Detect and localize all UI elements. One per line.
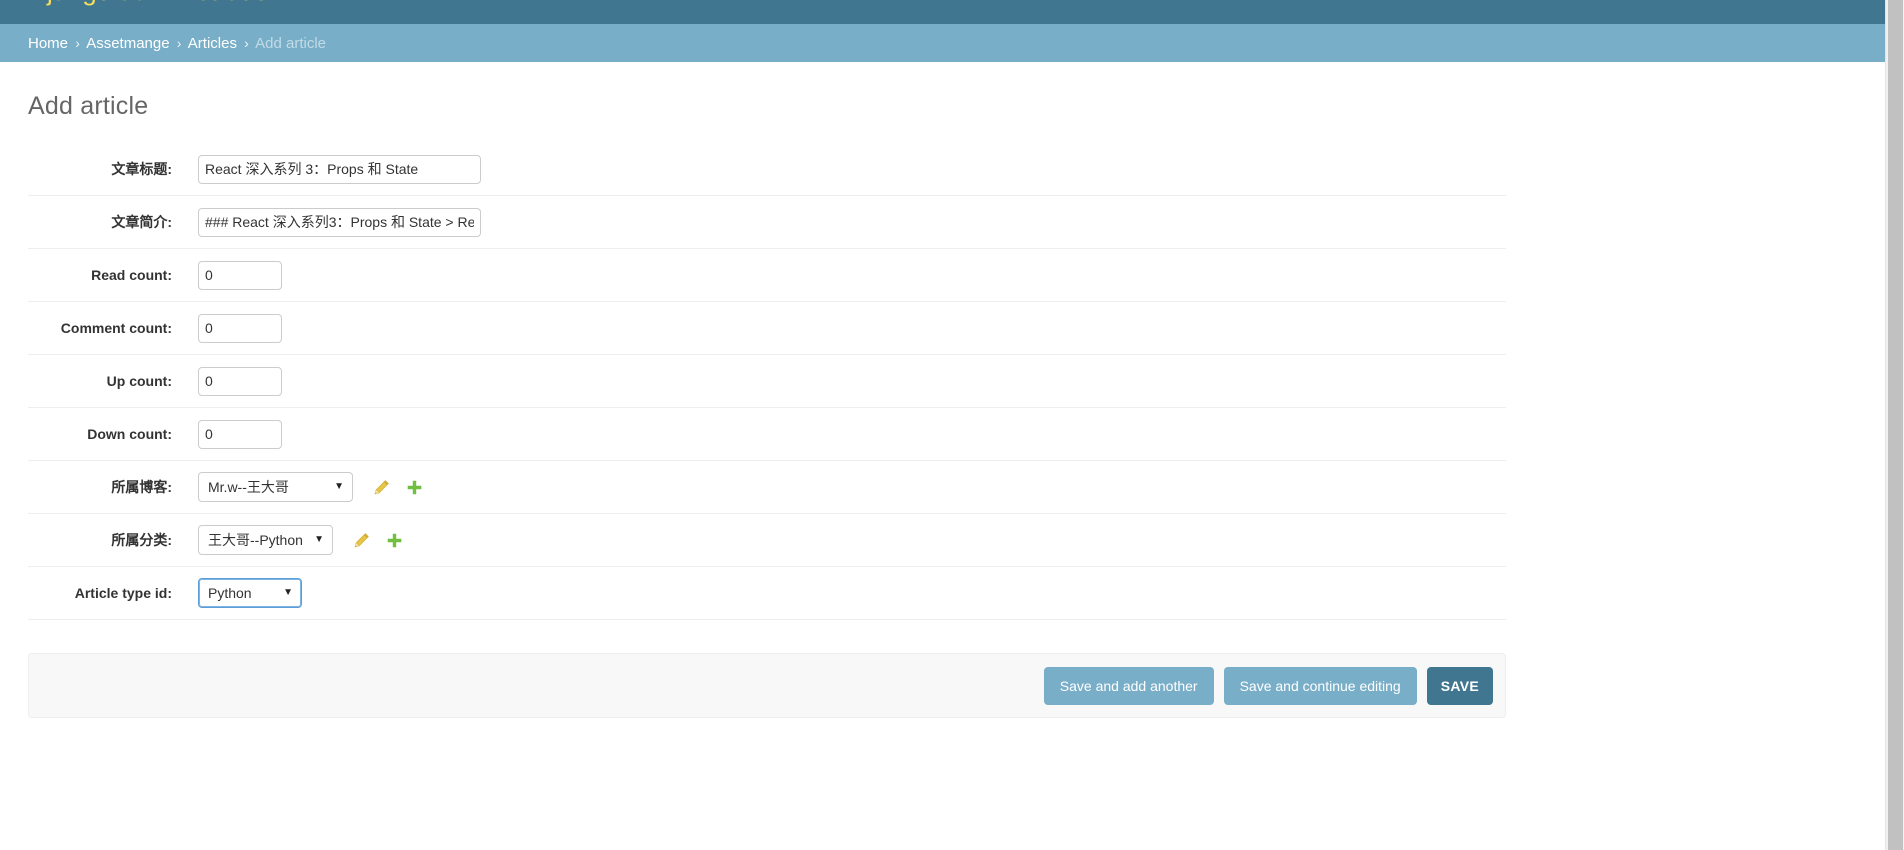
chevron-down-icon: ▼ — [283, 587, 293, 598]
django-admin-add-article-page: Django administration Home › Assetmange … — [0, 0, 1904, 850]
save-button[interactable]: SAVE — [1426, 666, 1493, 705]
form-row-down-count: Down count: — [28, 408, 1506, 461]
category-select[interactable]: 王大哥--Python ▼ — [198, 525, 333, 555]
label-up-count: Up count: — [106, 373, 172, 389]
label-article-type-id: Article type id: — [74, 585, 172, 601]
read-count-input[interactable] — [198, 260, 282, 290]
blog-select[interactable]: Mr.w--王大哥 ▼ — [198, 472, 353, 502]
comment-count-input[interactable] — [198, 313, 282, 343]
scrollbar-thumb[interactable] — [1888, 0, 1903, 850]
save-and-add-another-button[interactable]: Save and add another — [1043, 666, 1214, 705]
breadcrumb-item-current: Add article — [255, 35, 327, 52]
breadcrumb-item-assetmange[interactable]: Assetmange — [86, 35, 169, 52]
breadcrumb-separator: › — [244, 35, 249, 51]
label-category: 所属分类: — [111, 532, 172, 548]
plus-icon[interactable] — [384, 530, 404, 550]
main-content: Add article 文章标题: 文章简介: — [0, 62, 1885, 718]
article-summary-input[interactable] — [198, 207, 481, 237]
pencil-icon[interactable] — [371, 477, 391, 497]
field-category: 王大哥--Python ▼ — [198, 525, 404, 555]
field-down-count — [198, 419, 282, 449]
label-article-title: 文章标题: — [111, 161, 172, 177]
pencil-icon[interactable] — [351, 530, 371, 550]
field-article-title — [198, 154, 481, 184]
page-viewport: Django administration Home › Assetmange … — [0, 0, 1885, 850]
form-row-comment-count: Comment count: — [28, 302, 1506, 355]
article-form: 文章标题: 文章简介: Read count: — [28, 143, 1506, 718]
field-article-type-id: Python ▼ — [198, 578, 302, 608]
page-title: Add article — [28, 92, 149, 120]
breadcrumb-separator: › — [75, 35, 80, 51]
label-down-count: Down count: — [87, 426, 172, 442]
site-header: Django administration — [0, 0, 1885, 24]
site-branding-title: Django administration — [28, 0, 284, 7]
label-comment-count: Comment count: — [60, 320, 172, 336]
save-and-continue-editing-button[interactable]: Save and continue editing — [1223, 666, 1417, 705]
article-title-input[interactable] — [198, 154, 481, 184]
category-select-value: 王大哥--Python — [208, 532, 303, 548]
field-comment-count — [198, 313, 282, 343]
chevron-down-icon: ▼ — [334, 481, 344, 492]
label-blog: 所属博客: — [111, 479, 172, 495]
form-row-up-count: Up count: — [28, 355, 1506, 408]
field-article-summary — [198, 207, 481, 237]
breadcrumb-separator: › — [176, 35, 182, 51]
plus-icon[interactable] — [404, 477, 424, 497]
form-row-blog: 所属博客: Mr.w--王大哥 ▼ — [28, 461, 1506, 514]
form-row-article-title: 文章标题: — [28, 143, 1506, 196]
form-row-article-type-id: Article type id: Python ▼ — [28, 567, 1506, 620]
form-row-article-summary: 文章简介: — [28, 196, 1506, 249]
breadcrumb-item-articles[interactable]: Articles — [188, 35, 237, 52]
field-read-count — [198, 260, 282, 290]
field-up-count — [198, 366, 282, 396]
form-row-read-count: Read count: — [28, 249, 1506, 302]
blog-select-value: Mr.w--王大哥 — [208, 479, 289, 495]
up-count-input[interactable] — [198, 366, 282, 396]
breadcrumb: Home › Assetmange › Articles › Add artic… — [0, 24, 1885, 62]
label-read-count: Read count: — [91, 267, 172, 283]
label-article-summary: 文章简介: — [111, 214, 172, 230]
down-count-input[interactable] — [198, 419, 282, 449]
article-type-id-select[interactable]: Python ▼ — [198, 578, 302, 608]
chevron-down-icon: ▼ — [314, 534, 324, 545]
article-type-id-select-value: Python — [208, 585, 252, 601]
form-row-category: 所属分类: 王大哥--Python ▼ — [28, 514, 1506, 567]
breadcrumb-item-home[interactable]: Home — [28, 35, 68, 52]
field-blog: Mr.w--王大哥 ▼ — [198, 472, 424, 502]
submit-row: Save and add another Save and continue e… — [28, 653, 1506, 718]
vertical-scrollbar[interactable] — [1885, 0, 1904, 850]
